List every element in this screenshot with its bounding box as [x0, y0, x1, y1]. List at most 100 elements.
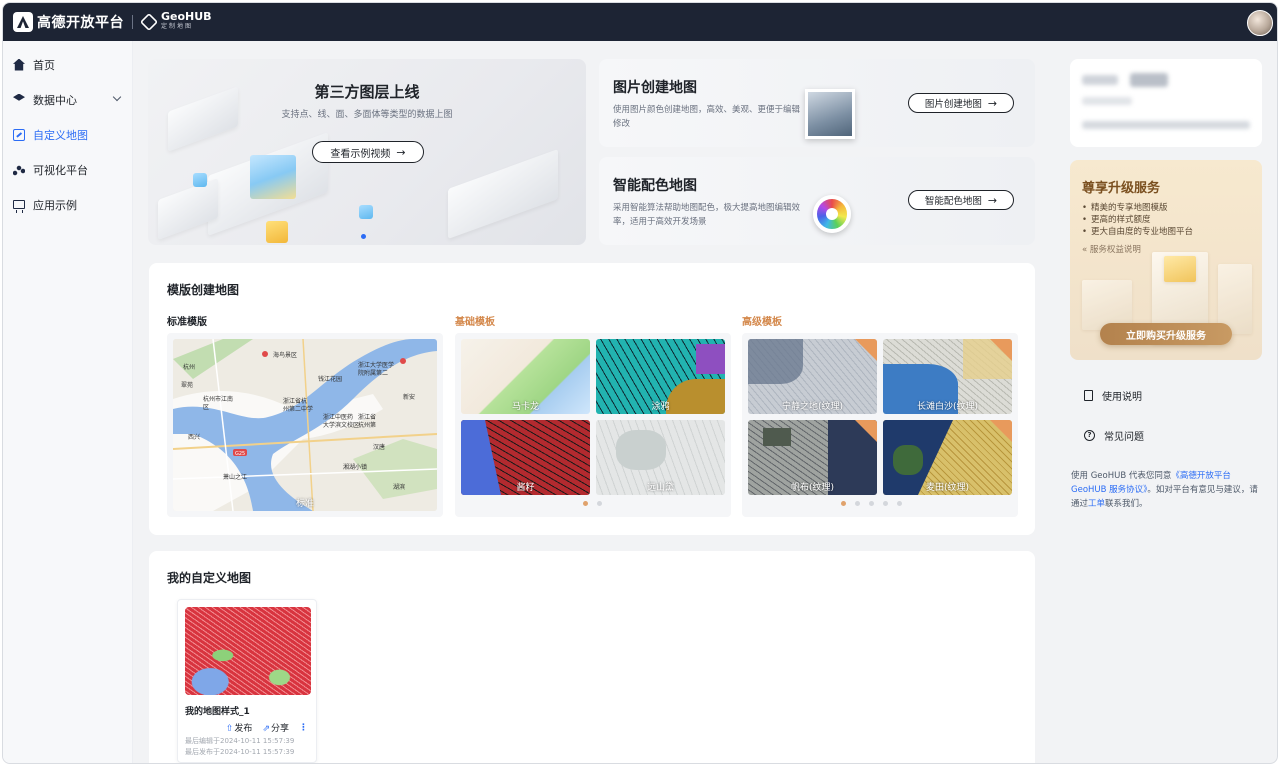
blurred-username	[1082, 75, 1118, 85]
service-benefits-link[interactable]: « 服务权益说明	[1082, 243, 1141, 255]
pager-dot[interactable]	[897, 501, 902, 506]
smart-color-map-button[interactable]: 智能配色地图 →	[908, 190, 1014, 210]
sidebar-item-viz-platform[interactable]: 可视化平台	[3, 152, 132, 187]
carousel-indicator[interactable]	[361, 234, 366, 239]
standard-map-graphic: 海鸟景区 浙江大学医学 院附属第二 杭州 钱江花园 杭州市江南 区 浙江中医药 …	[173, 339, 437, 511]
publish-button[interactable]: ⇧发布	[226, 721, 253, 734]
sidebar-item-label: 首页	[33, 58, 55, 72]
pager-dot[interactable]	[841, 501, 846, 506]
link-label: 服务权益说明	[1089, 245, 1141, 255]
hero-banner[interactable]: 第三方图层上线 支持点、线、面、多面体等类型的数据上图 查看示例视频 →	[148, 59, 586, 245]
buy-upgrade-button[interactable]: 立即购买升级服务	[1100, 323, 1232, 345]
advanced-template-pager[interactable]	[841, 501, 902, 506]
blurred-id	[1082, 97, 1132, 105]
tile-area	[893, 445, 923, 475]
button-label: 智能配色地图	[924, 196, 982, 207]
template-tile-canvas[interactable]: 帆布(纹理)	[748, 420, 877, 495]
template-tile-graffiti[interactable]: 涂鸦	[596, 339, 725, 414]
share-button[interactable]: ⇗分享	[262, 721, 289, 734]
avatar[interactable]	[1247, 10, 1273, 36]
upgrade-service-card: 尊享升级服务 精美的专享地图模版 更高的样式额度 更大自由度的专业地图平台 « …	[1070, 160, 1262, 360]
template-tile-long-beach[interactable]: 长滩白沙(纹理)	[883, 339, 1012, 414]
tile-label: 长滩白沙(纹理)	[916, 402, 979, 412]
image-create-map-button[interactable]: 图片创建地图 →	[908, 93, 1014, 113]
map-label: 浙江省	[358, 413, 376, 421]
map-label: 浙江大学医学	[358, 361, 394, 369]
faq-link[interactable]: ? 常见问题	[1084, 428, 1144, 443]
map-label: 杭州第	[358, 421, 376, 429]
custom-map-icon	[13, 128, 25, 141]
app-icon	[13, 200, 25, 213]
decor-cube	[250, 155, 296, 199]
template-tile-macaron[interactable]: 马卡龙	[461, 339, 590, 414]
geohub-brand[interactable]: GeoHUB 定制地图	[161, 11, 212, 32]
pager-dot[interactable]	[583, 501, 588, 506]
tile-area	[748, 339, 803, 384]
button-label: 查看示例视频	[330, 148, 391, 160]
blurred-quota-bar	[1082, 121, 1250, 129]
my-map-thumbnail[interactable]	[185, 607, 311, 695]
pager-dot[interactable]	[869, 501, 874, 506]
template-tile-standard[interactable]: 海鸟景区 浙江大学医学 院附属第二 杭州 钱江花园 杭州市江南 区 浙江中医药 …	[173, 339, 437, 511]
notice-text: 联系我们。	[1105, 499, 1148, 509]
user-info-card	[1070, 59, 1262, 147]
arrow-right-icon: →	[987, 193, 998, 207]
map-label: G25	[235, 451, 245, 457]
view-example-video-button[interactable]: 查看示例视频 →	[312, 141, 424, 163]
sidebar: 首页 数据中心 自定义地图 可视化平台 应用示例	[3, 41, 133, 763]
basic-template-pager[interactable]	[583, 501, 602, 506]
map-label: 杭州	[183, 363, 195, 371]
tile-area	[696, 344, 725, 374]
card-description: 使用图片颜色创建地图，高效、美观、更便于编辑修改	[613, 105, 801, 129]
color-wheel-illustration	[813, 195, 851, 233]
pager-dot[interactable]	[597, 501, 602, 506]
notice-text: 使用 GeoHUB 代表您同意	[1071, 471, 1172, 481]
brand-name[interactable]: 高德开放平台	[37, 12, 124, 32]
pager-dot[interactable]	[883, 501, 888, 506]
double-chevron-left-icon: «	[1082, 245, 1088, 255]
basic-template-group: 马卡龙 涂鸦 酱籽 远山黛	[455, 333, 731, 517]
my-map-card[interactable]: 我的地图样式_1 ⇧发布 ⇗分享 ⋮ 最后编辑于2024-10-11 15:57…	[177, 599, 317, 763]
upgrade-title: 尊享升级服务	[1082, 181, 1161, 196]
map-label: 西兴	[188, 433, 200, 441]
decor-cube	[266, 221, 288, 243]
map-label: 汉唐	[373, 443, 385, 451]
map-label: 浙江省杭	[283, 397, 307, 405]
image-create-map-card[interactable]: 图片创建地图 使用图片颜色创建地图，高效、美观、更便于编辑修改 图片创建地图 →	[599, 59, 1035, 147]
blurred-badge	[1130, 73, 1168, 87]
sidebar-item-label: 应用示例	[33, 198, 77, 212]
sidebar-item-custom-map[interactable]: 自定义地图	[3, 117, 132, 152]
map-label: 州第二中学	[283, 405, 313, 413]
viz-icon	[13, 163, 25, 176]
template-tile-tranquil-land[interactable]: 宁静之地(纹理)	[748, 339, 877, 414]
sidebar-item-home[interactable]: 首页	[3, 47, 132, 82]
sidebar-item-data-center[interactable]: 数据中心	[3, 82, 132, 117]
geohub-tagline: 定制地图	[161, 23, 194, 30]
smart-color-map-card[interactable]: 智能配色地图 采用智能算法帮助地图配色，极大提高地图编辑效率，适用于高效开发场景…	[599, 157, 1035, 245]
template-tile-sauce[interactable]: 酱籽	[461, 420, 590, 495]
sidebar-item-app-examples[interactable]: 应用示例	[3, 187, 132, 222]
map-label: 湖滨	[393, 483, 405, 491]
usage-guide-link[interactable]: 使用说明	[1084, 388, 1142, 403]
tile-label: 麦田(纹理)	[925, 483, 970, 493]
photo-illustration	[805, 89, 855, 139]
banner-subtitle: 支持点、线、面、多面体等类型的数据上图	[281, 110, 453, 120]
link-label: 使用说明	[1102, 392, 1142, 403]
tile-label: 酱籽	[516, 483, 535, 493]
question-circle-icon: ?	[1084, 430, 1095, 441]
button-label: 图片创建地图	[924, 99, 982, 110]
app-window: 高德开放平台 GeoHUB 定制地图 首页 数据中心 自定义地图 可视化平台 应…	[2, 2, 1278, 764]
advanced-template-group: 宁静之地(纹理) 长滩白沙(纹理) 帆布(纹理) 麦田(纹理)	[742, 333, 1018, 517]
premium-corner-badge	[990, 420, 1012, 442]
template-panel: 模版创建地图 标准模版 基础模板 高级模板 海鸟景区 浙江大学医学 院附属第二 …	[149, 263, 1035, 535]
decor-cube	[359, 205, 373, 219]
ticket-link[interactable]: 工单	[1088, 499, 1105, 509]
sidebar-item-label: 自定义地图	[33, 128, 88, 142]
template-tile-distant-mountain[interactable]: 远山黛	[596, 420, 725, 495]
pager-dot[interactable]	[855, 501, 860, 506]
more-menu-icon[interactable]: ⋮	[299, 723, 308, 733]
chevron-down-icon[interactable]	[112, 92, 122, 102]
brand-separator	[132, 15, 133, 29]
benefit-item: 更大自由度的专业地图平台	[1082, 226, 1193, 238]
template-tile-wheat-field[interactable]: 麦田(纹理)	[883, 420, 1012, 495]
